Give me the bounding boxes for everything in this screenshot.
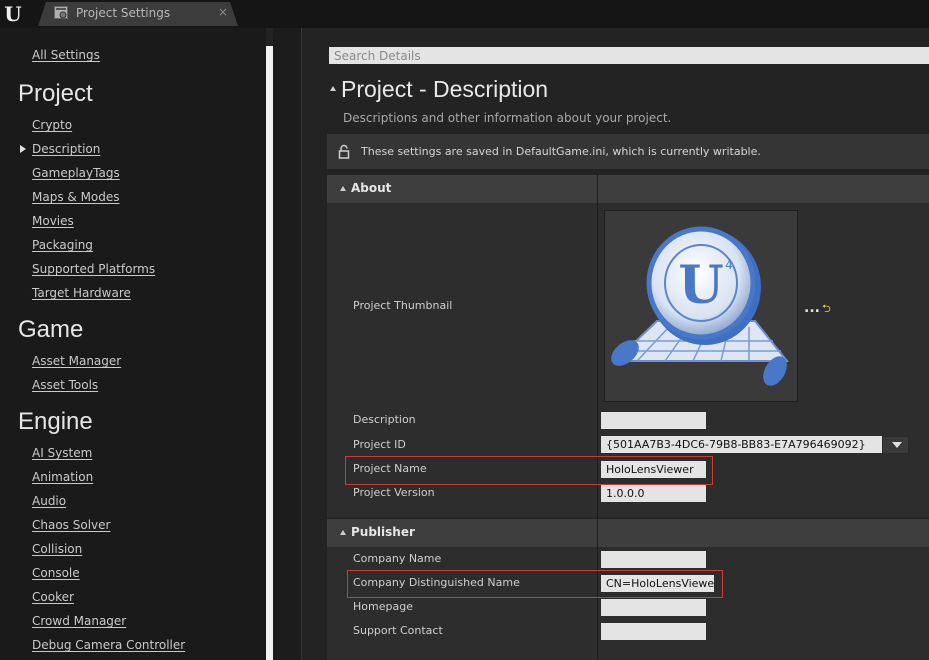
sidebar-heading-project: Project — [18, 80, 93, 107]
sidebar-item-asset-tools[interactable]: Asset Tools — [32, 378, 98, 392]
homepage-field[interactable] — [601, 599, 706, 616]
sidebar-item-movies[interactable]: Movies — [32, 214, 74, 228]
sidebar-item-description[interactable]: Description — [32, 142, 100, 156]
project-version-field[interactable] — [601, 485, 706, 502]
sidebar-item-packaging[interactable]: Packaging — [32, 238, 93, 252]
support-contact-label: Support Contact — [353, 624, 443, 637]
thumbnail-browse-button[interactable]: ... — [804, 300, 820, 316]
page-subtitle: Descriptions and other information about… — [343, 111, 672, 125]
project-name-label: Project Name — [353, 462, 427, 475]
sidebar-item-audio[interactable]: Audio — [32, 494, 66, 508]
collapse-arrow-icon[interactable] — [340, 186, 346, 191]
sidebar-item-ai-system[interactable]: AI System — [32, 446, 92, 460]
collapse-arrow-icon[interactable] — [330, 86, 336, 91]
settings-tab-icon — [54, 6, 68, 19]
dropdown-arrow-icon — [892, 442, 902, 448]
tab-title: Project Settings — [76, 6, 171, 20]
svg-text:4: 4 — [725, 258, 733, 272]
close-icon[interactable]: × — [218, 5, 228, 19]
sidebar-item-console[interactable]: Console — [32, 566, 80, 580]
project-id-field[interactable] — [601, 436, 882, 453]
sidebar-item-collision[interactable]: Collision — [32, 542, 82, 556]
sidebar-item-crypto[interactable]: Crypto — [32, 118, 72, 132]
lock-icon — [338, 144, 350, 159]
sidebar-item-asset-manager[interactable]: Asset Manager — [32, 354, 121, 368]
selected-arrow-icon — [20, 145, 26, 153]
description-label: Description — [353, 413, 416, 426]
sidebar-heading-engine: Engine — [18, 408, 93, 435]
about-category-label: About — [351, 181, 392, 195]
sidebar-item-gameplaytags[interactable]: GameplayTags — [32, 166, 120, 180]
company-name-field[interactable] — [601, 551, 706, 568]
sidebar-item-maps-modes[interactable]: Maps & Modes — [32, 190, 120, 204]
sidebar-gutter — [273, 28, 301, 660]
search-details-input[interactable] — [329, 47, 929, 64]
publisher-category-label: Publisher — [351, 525, 415, 539]
company-dn-field[interactable] — [601, 575, 714, 592]
sidebar-item-crowd-manager[interactable]: Crowd Manager — [32, 614, 126, 628]
sidebar-item-target-hardware[interactable]: Target Hardware — [32, 286, 131, 300]
sidebar-item-chaos-solver[interactable]: Chaos Solver — [32, 518, 110, 532]
config-notice-text: These settings are saved in DefaultGame.… — [361, 145, 761, 158]
sidebar-item-animation[interactable]: Animation — [32, 470, 93, 484]
collapse-arrow-icon[interactable] — [340, 530, 346, 535]
reset-to-default-icon[interactable]: ⮌ — [822, 300, 831, 319]
sidebar-item-cooker[interactable]: Cooker — [32, 590, 74, 604]
publisher-category-header[interactable] — [327, 519, 929, 547]
page-title: Project - Description — [341, 76, 549, 102]
project-thumbnail-image[interactable]: U 4 — [604, 210, 798, 402]
svg-text:U: U — [678, 255, 723, 316]
all-settings-link[interactable]: All Settings — [32, 48, 100, 62]
sidebar-heading-game: Game — [18, 316, 84, 343]
company-dn-label: Company Distinguished Name — [353, 576, 520, 589]
about-category-header[interactable] — [327, 175, 929, 203]
project-id-label: Project ID — [353, 438, 406, 451]
unreal-logo-icon[interactable]: U — [1, 2, 25, 26]
homepage-label: Homepage — [353, 600, 413, 613]
project-id-dropdown-button[interactable] — [882, 436, 909, 454]
sidebar-scrollbar[interactable] — [266, 46, 273, 660]
project-thumbnail-label: Project Thumbnail — [353, 299, 453, 312]
description-field[interactable] — [601, 412, 706, 429]
project-version-label: Project Version — [353, 486, 435, 499]
company-name-label: Company Name — [353, 552, 442, 565]
unreal-thumbnail-icon: U 4 — [611, 226, 790, 386]
support-contact-field[interactable] — [601, 623, 706, 640]
sidebar-item-supported-platforms[interactable]: Supported Platforms — [32, 262, 155, 276]
sidebar-item-debug-camera-controller[interactable]: Debug Camera Controller — [32, 638, 185, 652]
project-name-field[interactable] — [601, 461, 706, 478]
